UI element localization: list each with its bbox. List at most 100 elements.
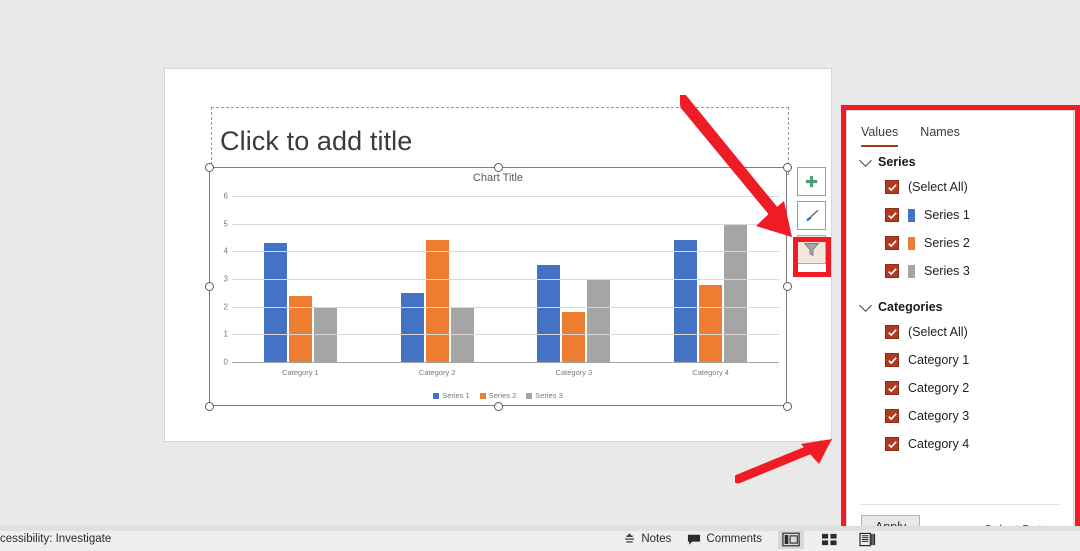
- checkbox-checked-icon[interactable]: [885, 437, 899, 451]
- bar-series-3-category-3[interactable]: [587, 279, 611, 362]
- series-color-swatch: [908, 208, 915, 222]
- resize-handle-s[interactable]: [493, 401, 503, 411]
- pane-row-label: Category 3: [908, 409, 970, 423]
- checkbox-checked-icon[interactable]: [885, 381, 899, 395]
- plus-icon: [805, 175, 818, 188]
- chevron-down-icon: [859, 299, 872, 312]
- x-axis-label: Category 2: [418, 368, 456, 377]
- series-color-swatch: [908, 236, 915, 250]
- paintbrush-icon: [805, 209, 818, 222]
- pane-row-label: Category 2: [908, 381, 970, 395]
- bar-series-2-category-4[interactable]: [699, 284, 723, 362]
- pane-group-title: Series: [878, 155, 916, 169]
- slide-workspace: Click to add title Chart Title Category …: [0, 0, 1080, 551]
- legend-item[interactable]: Series 1: [433, 391, 470, 400]
- bar-series-2-category-3[interactable]: [562, 312, 586, 362]
- status-bar-right: Notes Comments: [623, 529, 1080, 549]
- pane-row-category-2[interactable]: Category 2: [885, 381, 969, 395]
- resize-handle-e[interactable]: [782, 281, 792, 291]
- chart-title[interactable]: Chart Title: [209, 172, 787, 184]
- resize-handle-nw[interactable]: [204, 162, 214, 172]
- notes-button[interactable]: Notes: [623, 532, 671, 546]
- checkbox-checked-icon[interactable]: [885, 264, 899, 278]
- chart-object[interactable]: Chart Title Category 1 Category 2 Category…: [204, 162, 792, 411]
- pane-row-series-2[interactable]: Series 2: [885, 236, 970, 250]
- pane-row-select-all[interactable]: (Select All): [885, 325, 968, 339]
- pane-group-header-series[interactable]: Series: [859, 154, 916, 169]
- bar-series-1-category-4[interactable]: [674, 240, 698, 362]
- gridline-1: [232, 334, 779, 336]
- checkbox-checked-icon[interactable]: [885, 353, 899, 367]
- legend-swatch: [479, 392, 486, 399]
- legend-item[interactable]: Series 3: [526, 391, 563, 400]
- resize-handle-ne[interactable]: [782, 162, 792, 172]
- legend-item[interactable]: Series 2: [479, 391, 516, 400]
- annotation-arrow-to-pane: [735, 439, 832, 484]
- pane-group-header-categories[interactable]: Categories: [859, 299, 943, 314]
- pane-row-series-3[interactable]: Series 3: [885, 264, 970, 278]
- pane-row-select-all[interactable]: (Select All): [885, 180, 968, 194]
- chart-styles-button[interactable]: [797, 201, 826, 230]
- pane-tab-strip: Values Names: [861, 125, 960, 147]
- pane-row-category-3[interactable]: Category 3: [885, 409, 969, 423]
- resize-handle-se[interactable]: [782, 401, 792, 411]
- chart-filters-button[interactable]: [797, 235, 826, 264]
- chart-filters-pane[interactable]: Values Names Series (Select All) Series 1 S…: [846, 110, 1074, 546]
- resize-handle-n[interactable]: [493, 162, 503, 172]
- y-axis-tick-0: 0: [223, 357, 228, 367]
- reading-view-icon: [858, 532, 875, 546]
- bar-series-2-category-2[interactable]: [425, 240, 449, 362]
- checkbox-checked-icon[interactable]: [885, 325, 899, 339]
- pane-row-category-1[interactable]: Category 1: [885, 353, 969, 367]
- comments-button[interactable]: Comments: [687, 533, 762, 546]
- pane-row-label: Series 2: [924, 236, 970, 250]
- title-placeholder-text: Click to add title: [220, 125, 413, 156]
- gridline-5: [232, 223, 779, 225]
- resize-handle-w[interactable]: [204, 281, 214, 291]
- status-bar: cessibility: Investigate Notes Comments: [0, 526, 1080, 551]
- bar-series-3-category-4[interactable]: [724, 223, 748, 362]
- y-axis-tick-3: 3: [223, 274, 228, 284]
- pane-row-series-1[interactable]: Series 1: [885, 208, 970, 222]
- normal-view-button[interactable]: [778, 529, 804, 549]
- checkbox-checked-icon[interactable]: [885, 409, 899, 423]
- pane-row-category-4[interactable]: Category 4: [885, 437, 969, 451]
- checkbox-checked-icon[interactable]: [885, 180, 899, 194]
- legend-swatch: [433, 392, 440, 399]
- series-color-swatch: [908, 264, 915, 278]
- y-axis-tick-4: 4: [223, 246, 228, 256]
- gridline-2: [232, 306, 779, 308]
- gridline-4: [232, 251, 779, 253]
- normal-view-icon: [782, 532, 800, 546]
- legend-swatch: [526, 392, 533, 399]
- horizontal-scrollbar[interactable]: [0, 527, 1080, 531]
- pane-row-label: (Select All): [908, 180, 968, 194]
- comments-label: Comments: [706, 533, 762, 545]
- x-axis-label: Category 1: [282, 368, 319, 377]
- gridline-6: [232, 196, 779, 197]
- tab-names[interactable]: Names: [920, 125, 960, 147]
- accessibility-status[interactable]: cessibility: Investigate: [0, 533, 111, 545]
- chart-elements-button[interactable]: [797, 167, 826, 196]
- y-axis-tick-2: 2: [223, 302, 228, 312]
- bar-series-1-category-2[interactable]: [400, 292, 424, 362]
- legend-label: Series 3: [535, 391, 563, 400]
- slide-sorter-view-button[interactable]: [816, 530, 842, 549]
- resize-handle-sw[interactable]: [204, 401, 214, 411]
- pane-row-label: Category 4: [908, 437, 970, 451]
- bar-series-1-category-1[interactable]: [263, 243, 287, 362]
- tab-values[interactable]: Values: [861, 125, 899, 147]
- slide-sorter-icon: [821, 533, 837, 545]
- checkbox-checked-icon[interactable]: [885, 208, 899, 222]
- chart-plot-area: Category 1 Category 2 Category 3 Category 4…: [224, 192, 779, 377]
- view-buttons: [778, 529, 880, 549]
- reading-view-button[interactable]: [854, 530, 880, 549]
- pane-row-label: Series 3: [924, 264, 970, 278]
- x-axis-label: Category 4: [692, 368, 729, 377]
- gridline-0: [232, 362, 779, 363]
- bar-series-2-category-1[interactable]: [288, 295, 312, 362]
- chart-legend[interactable]: Series 1 Series 2 Series 3: [209, 391, 787, 400]
- pane-row-label: Series 1: [924, 208, 970, 222]
- y-axis-tick-5: 5: [223, 219, 228, 229]
- checkbox-checked-icon[interactable]: [885, 236, 899, 250]
